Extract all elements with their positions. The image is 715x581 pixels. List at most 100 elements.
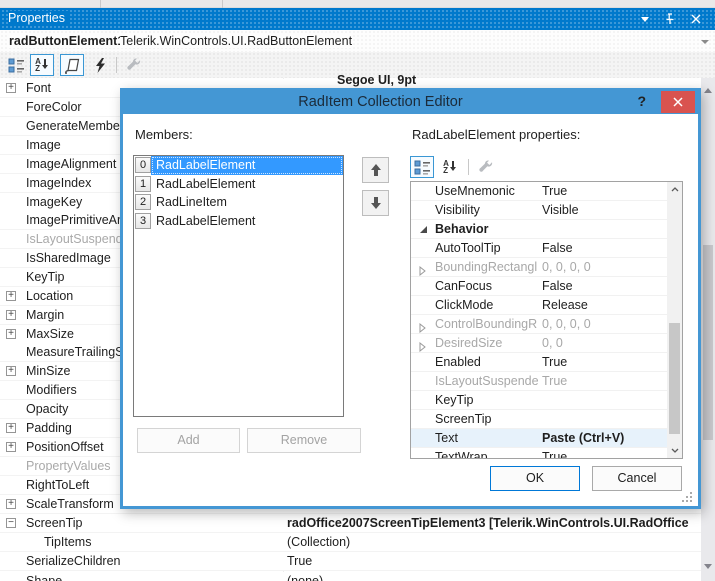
tab-divider <box>222 0 223 8</box>
element-property-grid[interactable]: UseMnemonic True Visibility Visible Behavi… <box>410 181 683 459</box>
events-button[interactable] <box>88 54 112 76</box>
close-icon[interactable] <box>689 12 703 26</box>
grid-row-islayoutsuspended[interactable]: IsLayoutSuspendec True <box>411 372 667 391</box>
grid-name: DesiredSize <box>435 336 503 350</box>
font-value-clipped[interactable]: Segoe UI, 9pt <box>337 73 416 87</box>
grid-alphabetical-button[interactable]: AZ <box>438 156 462 178</box>
expand-icon[interactable]: + <box>6 329 16 339</box>
grid-row-enabled[interactable]: Enabled True <box>411 353 667 372</box>
member-index[interactable]: 1 <box>135 175 151 192</box>
grid-value[interactable]: True <box>542 184 664 198</box>
property-value[interactable]: (none) <box>287 574 697 581</box>
grid-row-partial[interactable]: TextWrap True <box>411 448 667 458</box>
property-label: GenerateMember <box>26 119 124 133</box>
grid-categorized-button[interactable] <box>410 156 434 178</box>
property-label: ScaleTransform <box>26 497 114 511</box>
scrollbar-thumb[interactable] <box>703 245 713 440</box>
property-row-tipitems[interactable]: TipItems (Collection) <box>0 533 701 552</box>
help-button[interactable]: ? <box>637 93 646 109</box>
property-label: ForeColor <box>26 100 82 114</box>
property-value[interactable]: (Collection) <box>287 535 697 549</box>
grid-row-keytip[interactable]: KeyTip <box>411 391 667 410</box>
grid-row-autotooltip[interactable]: AutoToolTip False <box>411 239 667 258</box>
grid-row-canfocus[interactable]: CanFocus False <box>411 277 667 296</box>
member-item[interactable]: 3 RadLabelElement <box>134 212 343 231</box>
grid-value[interactable]: 0, 0, 0, 0 <box>542 260 664 274</box>
expand-icon[interactable]: + <box>6 423 16 433</box>
property-page-icon <box>64 58 79 74</box>
pin-icon[interactable] <box>663 12 677 26</box>
expand-icon[interactable]: + <box>6 291 16 301</box>
property-pages-button[interactable] <box>122 54 146 76</box>
grid-scrollbar[interactable] <box>667 182 682 458</box>
category-expanded-icon[interactable] <box>420 226 427 233</box>
grid-value[interactable]: False <box>542 279 664 293</box>
property-row-partial[interactable]: Shape (none) <box>0 572 701 581</box>
property-label: IsLayoutSuspende <box>26 232 130 246</box>
move-down-button[interactable] <box>362 190 389 216</box>
member-index[interactable]: 0 <box>135 157 151 173</box>
grid-value[interactable]: Paste (Ctrl+V) <box>542 431 664 445</box>
member-label[interactable]: RadLabelElement <box>151 156 343 175</box>
grid-row-visibility[interactable]: Visibility Visible <box>411 201 667 220</box>
grid-value[interactable]: False <box>542 241 664 255</box>
property-row-serializechildren[interactable]: SerializeChildren True <box>0 552 701 571</box>
property-value[interactable]: True <box>287 554 697 568</box>
member-item[interactable]: 2 RadLineItem <box>134 193 343 212</box>
expand-icon[interactable]: + <box>6 310 16 320</box>
resize-grip[interactable] <box>681 492 693 504</box>
property-row-screentip[interactable]: − ScreenTip radOffice2007ScreenTipElement3… <box>0 514 701 533</box>
window-position-caret-icon[interactable] <box>641 17 649 26</box>
member-index[interactable]: 2 <box>135 194 151 210</box>
object-dropdown-caret-icon[interactable] <box>701 40 709 48</box>
grid-value[interactable]: 0, 0, 0, 0 <box>542 317 664 331</box>
collapse-icon[interactable]: − <box>6 518 16 528</box>
members-listbox[interactable]: 0 RadLabelElement 1 RadLabelElement 2 Ra… <box>133 155 344 417</box>
grid-property-pages-button[interactable] <box>474 156 498 178</box>
properties-page-button[interactable] <box>60 54 84 76</box>
member-label[interactable]: RadLabelElement <box>151 175 343 194</box>
remove-button[interactable]: Remove <box>247 428 361 453</box>
grid-row-desiredsize[interactable]: DesiredSize 0, 0 <box>411 334 667 353</box>
grid-value[interactable]: True <box>542 450 664 458</box>
tool-window-titlebar[interactable]: Properties <box>0 8 715 30</box>
expand-icon[interactable]: + <box>6 442 16 452</box>
member-item[interactable]: 1 RadLabelElement <box>134 175 343 194</box>
grid-row-clickmode[interactable]: ClickMode Release <box>411 296 667 315</box>
main-scrollbar[interactable] <box>701 78 715 581</box>
grid-value[interactable]: True <box>542 374 664 388</box>
member-label[interactable]: RadLabelElement <box>151 212 343 231</box>
scroll-up-icon[interactable] <box>704 84 712 93</box>
grid-value[interactable]: 0, 0 <box>542 336 664 350</box>
alphabetical-sort-button[interactable]: AZ <box>30 54 54 76</box>
grid-row-controlbounding[interactable]: ControlBoundingR 0, 0, 0, 0 <box>411 315 667 334</box>
expand-icon[interactable]: + <box>6 499 16 509</box>
grid-row-category-behavior[interactable]: Behavior <box>411 220 667 239</box>
expand-icon[interactable]: + <box>6 83 16 93</box>
grid-value[interactable]: Release <box>542 298 664 312</box>
property-value[interactable]: radOffice2007ScreenTipElement3 [Telerik.… <box>287 516 697 530</box>
expand-icon[interactable]: + <box>6 366 16 376</box>
member-index[interactable]: 3 <box>135 212 151 229</box>
grid-row-text[interactable]: Text Paste (Ctrl+V) <box>411 429 667 448</box>
member-item[interactable]: 0 RadLabelElement <box>134 156 343 175</box>
member-label[interactable]: RadLineItem <box>151 193 343 212</box>
grid-row-usemnemonic[interactable]: UseMnemonic True <box>411 182 667 201</box>
object-selector[interactable]: radButtonElement1 Telerik.WinControls.UI… <box>0 30 715 52</box>
scroll-down-icon[interactable] <box>704 564 712 573</box>
grid-row-screentip[interactable]: ScreenTip <box>411 410 667 429</box>
scrollbar-thumb[interactable] <box>669 323 680 434</box>
cancel-button[interactable]: Cancel <box>592 466 682 491</box>
up-arrow-icon <box>370 164 381 176</box>
grid-value[interactable]: True <box>542 355 664 369</box>
dialog-close-button[interactable] <box>661 91 695 113</box>
grid-row-boundingrectangle[interactable]: BoundingRectangl 0, 0, 0, 0 <box>411 258 667 277</box>
scroll-down-icon[interactable] <box>671 447 679 454</box>
ok-button[interactable]: OK <box>490 466 580 491</box>
dialog-titlebar[interactable]: RadItem Collection Editor ? <box>123 91 698 114</box>
move-up-button[interactable] <box>362 157 389 183</box>
grid-value[interactable]: Visible <box>542 203 664 217</box>
scroll-up-icon[interactable] <box>671 186 679 193</box>
add-button[interactable]: Add <box>137 428 240 453</box>
categorized-button[interactable] <box>4 54 28 76</box>
